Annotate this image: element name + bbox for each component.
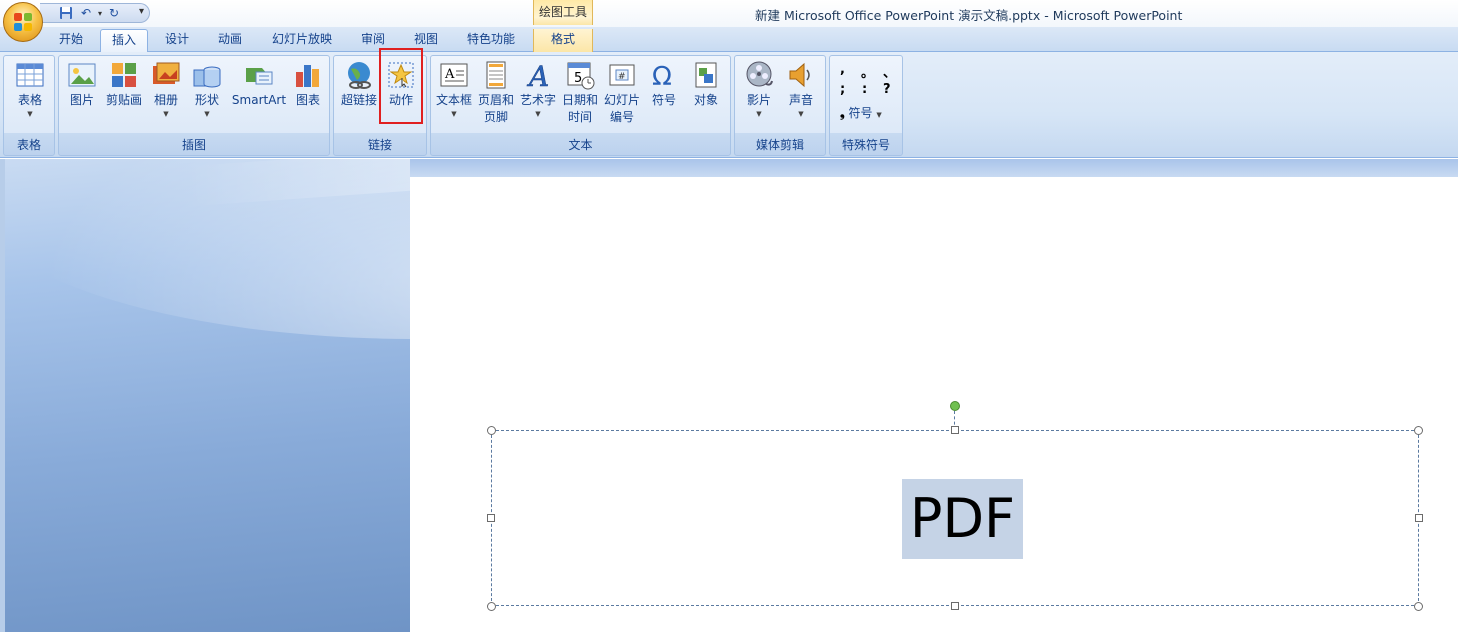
textbox-button[interactable]: A 文本框 ▼: [434, 60, 474, 130]
slides-pane[interactable]: [0, 159, 410, 632]
slide-text[interactable]: PDF: [902, 479, 1023, 559]
symbol-button[interactable]: Ω 符号: [644, 60, 684, 130]
symbol-period[interactable]: 。: [861, 62, 874, 81]
tab-slideshow[interactable]: 幻灯片放映: [262, 29, 342, 52]
undo-icon[interactable]: ↶: [78, 5, 94, 21]
symbol-enumeration-comma[interactable]: 、: [883, 62, 896, 81]
resize-handle-bottom[interactable]: [951, 602, 959, 610]
redo-icon[interactable]: ↻: [106, 5, 122, 21]
tab-design[interactable]: 设计: [154, 29, 200, 52]
group-label-table: 表格: [16, 138, 41, 152]
group-illustrations: 图片 剪贴画 相册 ▼ 形状 ▼ SmartArt 图表 插图: [58, 55, 330, 156]
symbol-question[interactable]: ?: [883, 82, 891, 97]
special-symbol-button[interactable]: ❟ 符号 ▼: [840, 104, 882, 121]
group-label-text: 文本: [568, 138, 593, 152]
slide-number-icon: #: [607, 60, 637, 90]
slide-area-background: [410, 159, 1458, 177]
tab-format[interactable]: 格式: [533, 29, 593, 52]
tab-home[interactable]: 开始: [48, 29, 94, 52]
slide-number-button[interactable]: # 幻灯片 编号: [602, 60, 642, 130]
globe-link-icon: [344, 60, 374, 90]
group-media: 影片 ▼ 声音 ▼ 媒体剪辑: [734, 55, 826, 156]
group-label-illustrations: 插图: [181, 138, 206, 152]
resize-handle-left[interactable]: [487, 514, 495, 522]
smartart-button[interactable]: SmartArt: [229, 60, 289, 130]
chevron-down-icon: ▼: [27, 110, 33, 118]
ribbon-tabs: 开始 插入 设计 动画 幻灯片放映 审阅 视图 特色功能 格式: [0, 27, 1458, 53]
symbol-colon[interactable]: :: [862, 82, 867, 97]
save-icon[interactable]: [58, 5, 74, 21]
chart-button[interactable]: 图表: [290, 60, 326, 130]
office-logo-icon: [14, 13, 32, 31]
tab-insert[interactable]: 插入: [100, 29, 148, 53]
group-table: 表格 ▼ 表格: [3, 55, 55, 156]
group-label-links: 链接: [367, 138, 392, 152]
svg-text:Ω: Ω: [652, 62, 672, 90]
svg-text:#: #: [618, 72, 626, 82]
rotate-handle[interactable]: [950, 401, 960, 411]
highlight-box: [379, 48, 423, 124]
album-button[interactable]: 相册 ▼: [148, 60, 184, 130]
symbol-semicolon[interactable]: ;: [840, 82, 845, 97]
smartart-icon: [244, 60, 274, 90]
shapes-button[interactable]: 形状 ▼: [189, 60, 225, 130]
group-label-media: 媒体剪辑: [755, 138, 804, 152]
quick-access-toolbar: ↶ ▾ ↻: [40, 3, 150, 23]
shapes-icon: [192, 60, 222, 90]
chevron-down-icon: ▼: [535, 110, 541, 118]
ribbon: 表格 ▼ 表格 图片 剪贴画 相册 ▼ 形状 ▼ SmartArt 图表 插图 …: [0, 52, 1458, 158]
wordart-button[interactable]: A 艺术字 ▼: [518, 60, 558, 130]
window-title: 新建 Microsoft Office PowerPoint 演示文稿.pptx…: [755, 8, 1183, 23]
resize-handle-bottom-right[interactable]: [1414, 602, 1423, 611]
clipart-button[interactable]: 剪贴画: [103, 60, 145, 130]
chart-icon: [293, 60, 323, 90]
svg-text:A: A: [444, 67, 455, 82]
group-text: A 文本框 ▼ 页眉和 页脚 A 艺术字 ▼ 5 日期和 时间 # 幻灯片 编号…: [430, 55, 731, 156]
undo-dropdown-icon[interactable]: ▾: [98, 9, 102, 18]
calendar-clock-icon: 5: [565, 60, 595, 90]
chevron-down-icon: ▼: [756, 110, 762, 118]
album-icon: [151, 60, 181, 90]
speaker-icon: [786, 60, 816, 90]
movie-button[interactable]: 影片 ▼: [739, 60, 779, 130]
customize-qat-icon[interactable]: ▾: [139, 6, 144, 17]
picture-button[interactable]: 图片: [64, 60, 100, 130]
header-footer-icon: [481, 60, 511, 90]
film-reel-icon: [744, 60, 774, 90]
sound-button[interactable]: 声音 ▼: [781, 60, 821, 130]
picture-icon: [67, 60, 97, 90]
resize-handle-top-right[interactable]: [1414, 426, 1423, 435]
object-icon: [691, 60, 721, 90]
clipart-icon: [109, 60, 139, 90]
symbol-comma[interactable]: ,: [840, 62, 845, 77]
textbox-icon: A: [439, 60, 469, 90]
chevron-down-icon: ▼: [451, 110, 457, 118]
datetime-button[interactable]: 5 日期和 时间: [560, 60, 600, 130]
chevron-down-icon: ▼: [204, 110, 210, 118]
title-bar: ↶ ▾ ↻ ▾ 绘图工具 新建 Microsoft Office PowerPo…: [0, 0, 1458, 42]
resize-handle-top-left[interactable]: [487, 426, 496, 435]
chevron-down-icon: ▼: [876, 111, 882, 119]
group-special-symbols: , 。 、 ; : ? ❟ 符号 ▼ 特殊符号: [829, 55, 903, 156]
table-icon: [15, 60, 45, 90]
omega-icon: Ω: [649, 60, 679, 92]
svg-text:A: A: [526, 60, 549, 90]
office-button[interactable]: [3, 2, 43, 42]
tab-animations[interactable]: 动画: [207, 29, 253, 52]
contextual-tab-group: 绘图工具: [533, 0, 593, 25]
resize-handle-right[interactable]: [1415, 514, 1423, 522]
hyperlink-button[interactable]: 超链接: [338, 60, 380, 130]
symbol-icon: ❟: [840, 106, 845, 120]
chevron-down-icon: ▼: [798, 110, 804, 118]
header-footer-button[interactable]: 页眉和 页脚: [476, 60, 516, 130]
resize-handle-top[interactable]: [951, 426, 959, 434]
wordart-icon: A: [523, 60, 553, 94]
group-label-special-symbols: 特殊符号: [841, 138, 890, 152]
object-button[interactable]: 对象: [686, 60, 726, 130]
resize-handle-bottom-left[interactable]: [487, 602, 496, 611]
table-button[interactable]: 表格 ▼: [9, 60, 51, 130]
tab-special-features[interactable]: 特色功能: [457, 29, 525, 52]
svg-text:5: 5: [574, 71, 582, 86]
chevron-down-icon: ▼: [163, 110, 169, 118]
